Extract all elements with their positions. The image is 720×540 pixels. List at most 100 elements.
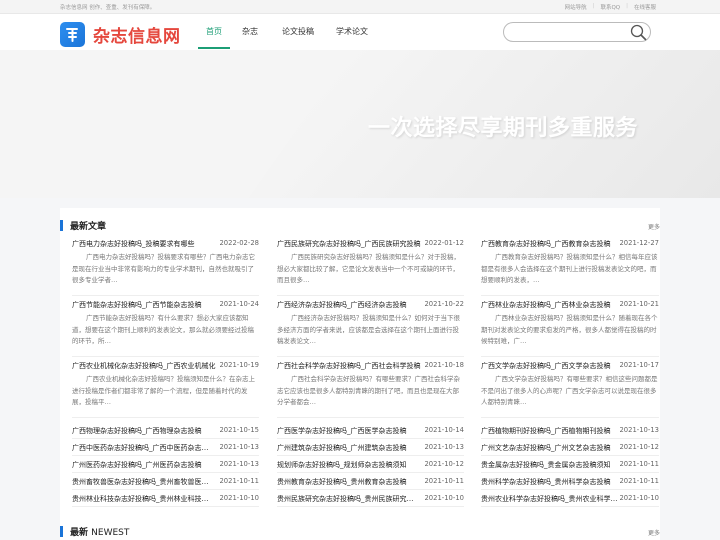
- site-header: 杂志信息网 首页 杂志 论文投稿 学术论文: [0, 14, 720, 50]
- article-title[interactable]: 广西林业杂志好投稿吗_广西林业杂志投稿: [481, 300, 619, 310]
- section-title: 最新文章: [70, 222, 107, 232]
- nav-magazines[interactable]: 杂志: [232, 14, 268, 50]
- article-title[interactable]: 广州文艺杂志好投稿吗_广州文艺杂志投稿: [481, 443, 619, 453]
- list-item[interactable]: 广西物理杂志好投稿吗_广西物理杂志投稿 2021-10-15: [72, 422, 259, 439]
- featured-article[interactable]: 广西节能杂志好投稿吗_广西节能杂志投稿 2021-10-24 广西节能杂志好投稿吗…: [72, 299, 259, 357]
- list-item[interactable]: 广西中医药杂志好投稿吗_广西中医药杂志投稿 2021-10-13: [72, 439, 259, 456]
- article-title[interactable]: 广西物理杂志好投稿吗_广西物理杂志投稿: [72, 426, 210, 436]
- article-title[interactable]: 广西植物期刊好投稿吗_广西植物期刊投稿: [481, 426, 619, 436]
- list-item[interactable]: 贵州民族研究杂志好投稿吗_贵州民族研究投稿 2021-10-10: [277, 490, 464, 507]
- article-summary: 广西农业机械化杂志好投稿吗？投稿须知是什么？在杂志上进行投稿是作者们都非常了解的…: [72, 375, 255, 407]
- nav-papers[interactable]: 学术论文: [324, 14, 378, 50]
- list-item[interactable]: 贵州农业科学杂志好投稿吗_贵州农业科学投稿 2021-10-10: [481, 490, 659, 507]
- article-date: 2021-10-10: [219, 494, 259, 502]
- list-item[interactable]: 贵金属杂志好投稿吗_贵金属杂志投稿须知 2021-10-11: [481, 456, 659, 473]
- list-item[interactable]: 贵州林业科技杂志好投稿吗_贵州林业科技投稿 2021-10-10: [72, 490, 259, 507]
- banner-headline: 一次选择尽享期刊多重服务: [368, 116, 639, 141]
- article-title[interactable]: 贵州教育杂志好投稿吗_贵州教育杂志投稿: [277, 477, 415, 487]
- article-date: 2021-10-19: [219, 361, 259, 369]
- list-item[interactable]: 广西植物期刊好投稿吗_广西植物期刊投稿 2021-10-13: [481, 422, 659, 439]
- article-title[interactable]: 广西社会科学杂志好投稿吗_广西社会科学投稿: [277, 361, 437, 371]
- article-title[interactable]: 广西医学杂志好投稿吗_广西医学杂志投稿: [277, 426, 415, 436]
- article-title[interactable]: 广西电力杂志好投稿吗_投稿要求有哪些: [72, 239, 232, 249]
- list-item[interactable]: 贵州畜牧兽医杂志好投稿吗_贵州畜牧兽医投稿 2021-10-11: [72, 473, 259, 490]
- list-item[interactable]: 广州建筑杂志好投稿吗_广州建筑杂志投稿 2021-10-13: [277, 439, 464, 456]
- featured-article[interactable]: 广西民族研究杂志好投稿吗_广西民族研究投稿 2022-01-12 广西民族研究杂志…: [277, 238, 464, 296]
- featured-article[interactable]: 广西林业杂志好投稿吗_广西林业杂志投稿 2021-10-21 广西林业杂志好投稿吗…: [481, 299, 659, 357]
- article-title[interactable]: 贵金属杂志好投稿吗_贵金属杂志投稿须知: [481, 460, 619, 470]
- top-strip: 杂志信息网 创作、查重、发刊有保障。 网站导航 | 联系QQ | 在线客服: [0, 0, 720, 14]
- site-nav-link[interactable]: 网站导航: [565, 3, 587, 11]
- article-summary: 广西教育杂志好投稿吗？投稿须知是什么？相信每年应该都是有很多人会选择在这个期刊上…: [481, 253, 658, 285]
- featured-article[interactable]: 广西社会科学杂志好投稿吗_广西社会科学投稿 2021-10-18 广西社会科学杂志…: [277, 360, 464, 418]
- article-date: 2021-10-12: [424, 460, 464, 468]
- article-title[interactable]: 广西农业机械化杂志好投稿吗_广西农业机械化: [72, 361, 232, 371]
- article-title[interactable]: 广州医药杂志好投稿吗_广州医药杂志投稿: [72, 460, 210, 470]
- article-title[interactable]: 广西节能杂志好投稿吗_广西节能杂志投稿: [72, 300, 232, 310]
- article-date: 2021-10-18: [424, 361, 464, 369]
- article-date: 2021-10-15: [219, 426, 259, 434]
- article-column-2: 广西民族研究杂志好投稿吗_广西民族研究投稿 2022-01-12 广西民族研究杂志…: [277, 238, 464, 507]
- article-title[interactable]: 广西教育杂志好投稿吗_广西教育杂志投稿: [481, 239, 619, 249]
- article-title[interactable]: 规划师杂志好投稿吗_规划师杂志投稿须知: [277, 460, 415, 470]
- main-nav: 首页 杂志 论文投稿 学术论文: [196, 14, 378, 50]
- article-title[interactable]: 广西中医药杂志好投稿吗_广西中医药杂志投稿: [72, 443, 210, 453]
- article-title[interactable]: 贵州林业科技杂志好投稿吗_贵州林业科技投稿: [72, 494, 210, 504]
- article-title[interactable]: 广州建筑杂志好投稿吗_广州建筑杂志投稿: [277, 443, 415, 453]
- search-input[interactable]: [512, 26, 624, 39]
- top-links: 网站导航 | 联系QQ | 在线客服: [565, 3, 656, 11]
- section-title-en: NEWEST: [91, 528, 130, 538]
- article-date: 2022-02-28: [219, 239, 259, 247]
- section-title: 最新 NEWEST: [70, 525, 129, 538]
- divider: |: [626, 3, 628, 9]
- article-date: 2021-10-10: [619, 494, 659, 502]
- article-title[interactable]: 广西文学杂志好投稿吗_广西文学杂志投稿: [481, 361, 619, 371]
- more-link[interactable]: 更多: [648, 222, 660, 231]
- article-column-1: 广西电力杂志好投稿吗_投稿要求有哪些 2022-02-28 广西电力杂志好投稿吗？…: [72, 238, 259, 507]
- featured-article[interactable]: 广西文学杂志好投稿吗_广西文学杂志投稿 2021-10-17 广西文学杂志好投稿吗…: [481, 360, 659, 418]
- article-date: 2021-10-13: [219, 460, 259, 468]
- article-title[interactable]: 贵州农业科学杂志好投稿吗_贵州农业科学投稿: [481, 494, 619, 504]
- featured-article[interactable]: 广西农业机械化杂志好投稿吗_广西农业机械化 2021-10-19 广西农业机械化杂…: [72, 360, 259, 418]
- article-summary: 广西林业杂志好投稿吗？投稿须知是什么？随着现在各个期刊对发表论文的要求愈发的严格…: [481, 314, 658, 346]
- list-item[interactable]: 贵州科学杂志好投稿吗_贵州科学杂志投稿 2021-10-11: [481, 473, 659, 490]
- site-tagline: 杂志信息网 创作、查重、发刊有保障。: [60, 5, 156, 11]
- article-column-3: 广西教育杂志好投稿吗_广西教育杂志投稿 2021-12-27 广西教育杂志好投稿吗…: [481, 238, 659, 507]
- list-item[interactable]: 规划师杂志好投稿吗_规划师杂志投稿须知 2021-10-12: [277, 456, 464, 473]
- article-title[interactable]: 广西经济杂志好投稿吗_广西经济杂志投稿: [277, 300, 437, 310]
- featured-article[interactable]: 广西教育杂志好投稿吗_广西教育杂志投稿 2021-12-27 广西教育杂志好投稿吗…: [481, 238, 659, 296]
- article-summary: 广西电力杂志好投稿吗？投稿要求有哪些？广西电力杂志它是现在行业当中非常有影响力的…: [72, 253, 255, 285]
- search-icon[interactable]: [628, 23, 648, 42]
- list-item[interactable]: 广西医学杂志好投稿吗_广西医学杂志投稿 2021-10-14: [277, 422, 464, 439]
- article-date: 2021-10-14: [424, 426, 464, 434]
- newest-section-header: 最新 NEWEST 更多: [60, 522, 660, 540]
- nav-home[interactable]: 首页: [196, 14, 232, 50]
- section-marker: [60, 220, 63, 231]
- more-link[interactable]: 更多: [648, 528, 660, 537]
- article-date: 2021-10-10: [424, 494, 464, 502]
- search-box: [503, 22, 651, 42]
- article-title[interactable]: 贵州畜牧兽医杂志好投稿吗_贵州畜牧兽医投稿: [72, 477, 210, 487]
- divider: |: [592, 3, 595, 9]
- article-date: 2021-10-12: [619, 443, 659, 451]
- nav-submission[interactable]: 论文投稿: [268, 14, 324, 50]
- article-date: 2021-10-21: [619, 300, 659, 308]
- logo-icon[interactable]: [60, 22, 85, 47]
- section-marker: [60, 526, 63, 537]
- article-date: 2021-10-11: [219, 477, 259, 485]
- list-item[interactable]: 广州医药杂志好投稿吗_广州医药杂志投稿 2021-10-13: [72, 456, 259, 473]
- article-date: 2021-10-13: [219, 443, 259, 451]
- featured-article[interactable]: 广西电力杂志好投稿吗_投稿要求有哪些 2022-02-28 广西电力杂志好投稿吗？…: [72, 238, 259, 296]
- online-service-link[interactable]: 在线客服: [634, 3, 656, 11]
- article-title[interactable]: 广西民族研究杂志好投稿吗_广西民族研究投稿: [277, 239, 437, 249]
- contact-qq-link[interactable]: 联系QQ: [600, 3, 620, 11]
- featured-article[interactable]: 广西经济杂志好投稿吗_广西经济杂志投稿 2021-10-22 广西经济杂志好投稿吗…: [277, 299, 464, 357]
- article-title[interactable]: 贵州民族研究杂志好投稿吗_贵州民族研究投稿: [277, 494, 415, 504]
- latest-section-header: 最新文章 更多: [60, 216, 660, 236]
- list-item[interactable]: 广州文艺杂志好投稿吗_广州文艺杂志投稿 2021-10-12: [481, 439, 659, 456]
- site-brand[interactable]: 杂志信息网: [93, 22, 181, 47]
- article-date: 2021-10-24: [219, 300, 259, 308]
- section-title-cn: 最新: [70, 528, 89, 538]
- list-item[interactable]: 贵州教育杂志好投稿吗_贵州教育杂志投稿 2021-10-11: [277, 473, 464, 490]
- article-title[interactable]: 贵州科学杂志好投稿吗_贵州科学杂志投稿: [481, 477, 619, 487]
